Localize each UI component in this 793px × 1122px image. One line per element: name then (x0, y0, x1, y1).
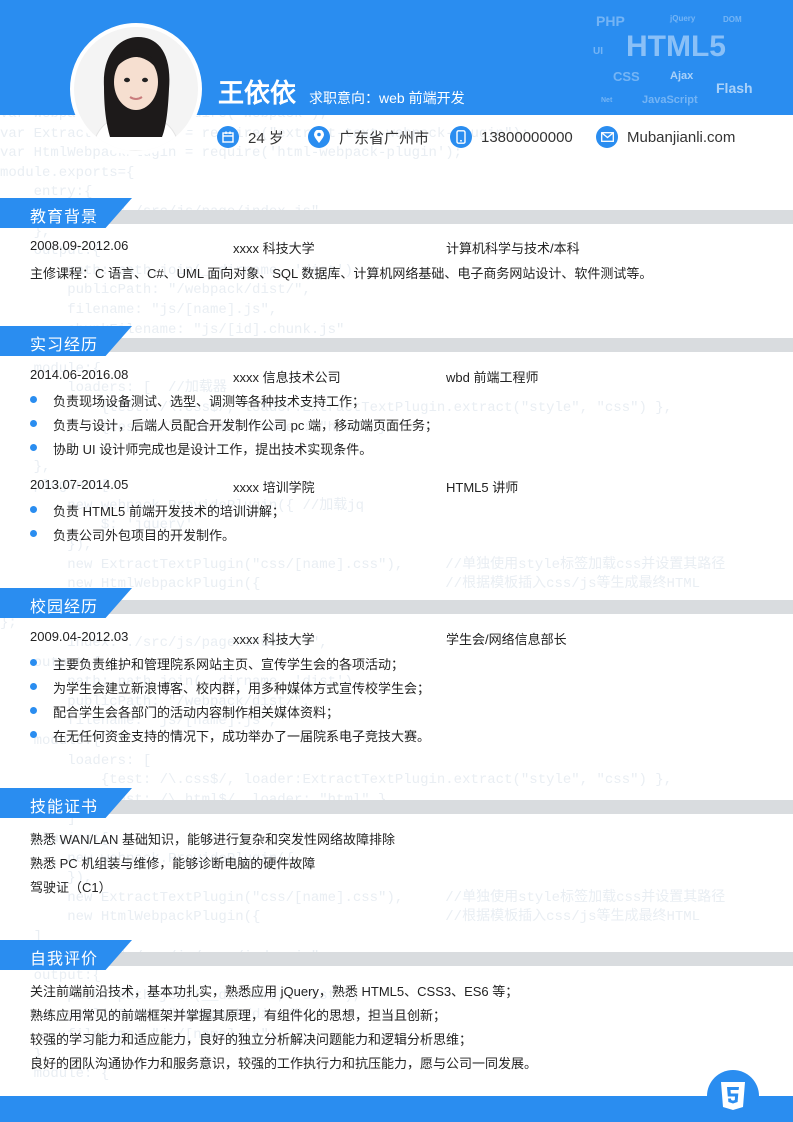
age-text: 24 岁 (248, 129, 284, 147)
self-eval-line: 关注前端前沿技术，基本功扎实，熟悉应用 jQuery，熟悉 HTML5、CSS3… (30, 984, 519, 999)
list-item-text: 为学生会建立新浪博客、校内群，用多种媒体方式宣传校学生会； (53, 681, 431, 696)
section-header-education: 教育背景 (0, 198, 793, 228)
self-eval-line: 熟练应用常见的前端框架并掌握其原理，有组件化的思想，担当且创新； (30, 1008, 447, 1023)
section-header-internship: 实习经历 (0, 326, 793, 356)
tech-word: JavaScript (642, 94, 698, 106)
bullet-dot (30, 683, 37, 690)
list-item-text: 配合学生会各部门的活动内容制作相关媒体资料； (53, 705, 340, 720)
list-item-text: 在无任何资金支持的情况下，成功举办了一届院系电子竞技大赛。 (53, 729, 431, 744)
section-header-campus: 校园经历 (0, 588, 793, 618)
education-period: 2008.09-2012.06 (30, 238, 129, 253)
bullet-dot (30, 731, 37, 738)
section-divider (100, 952, 793, 966)
internship-org: xxxx 培训学院 (233, 480, 315, 495)
section-divider (100, 800, 793, 814)
html5-logo-icon (707, 1070, 759, 1122)
phone-text: 13800000000 (481, 128, 573, 146)
internship-role: wbd 前端工程师 (446, 370, 539, 385)
education-major: 计算机科学与技术/本科 (446, 241, 580, 256)
tech-word: Net (601, 97, 613, 104)
footer-band (0, 1096, 793, 1122)
bullet-dot (30, 420, 37, 427)
location-pin-icon (308, 126, 330, 148)
tech-word: jQuery (670, 14, 696, 23)
info-phone: 13800000000 (450, 124, 573, 150)
self-eval-line: 较强的学习能力和适应能力，良好的独立分析解决问题能力和逻辑分析思维； (30, 1032, 473, 1047)
section-title: 校园经历 (30, 599, 99, 616)
calendar-icon (217, 126, 239, 148)
section-divider (100, 338, 793, 352)
tech-word: Ajax (670, 70, 694, 82)
self-eval-line: 良好的团队沟通协作力和服务意识，较强的工作执行力和抗压能力，愿与公司一同发展。 (30, 1056, 538, 1071)
list-item-text: 负责公司外包项目的开发制作。 (53, 528, 236, 543)
list-item-text: 协助 UI 设计师完成也是设计工作，提出技术实现条件。 (53, 442, 373, 457)
job-intent: 求职意向：web 前端开发 (309, 90, 465, 106)
tech-word: HTML5 (626, 30, 726, 63)
internship-period: 2014.06-2016.08 (30, 367, 129, 382)
bullet-dot (30, 506, 37, 513)
internship-role: HTML5 讲师 (446, 480, 519, 495)
internship-period: 2013.07-2014.05 (30, 477, 129, 492)
section-title: 教育背景 (30, 209, 99, 226)
location-text: 广东省广州市 (339, 129, 430, 147)
education-school: xxxx 科技大学 (233, 241, 315, 256)
section-title: 实习经历 (30, 337, 99, 354)
campus-role: 学生会/网络信息部长 (446, 632, 567, 647)
tech-word: UI (593, 46, 603, 57)
tech-word-cloud: PHP jQuery DOM HTML5 UI CSS Ajax Flash N… (573, 0, 793, 115)
list-item-text: 负责 HTML5 前端开发技术的培训讲解； (53, 504, 285, 519)
skill-item: 熟悉 WAN/LAN 基础知识，能够进行复杂和突发性网络故障排除 (30, 832, 395, 847)
phone-icon (450, 126, 472, 148)
bullet-dot (30, 530, 37, 537)
info-location: 广东省广州市 (308, 124, 429, 150)
bullet-dot (30, 707, 37, 714)
bullet-dot (30, 659, 37, 666)
candidate-name: 王依依 (218, 78, 297, 108)
internship-org: xxxx 信息技术公司 (233, 370, 341, 385)
skill-item: 熟悉 PC 机组装与维修，能够诊断电脑的硬件故障 (30, 856, 316, 871)
bullet-dot (30, 396, 37, 403)
education-courses: 主修课程：C 语言、C#、UML 面向对象、SQL 数据库、计算机网络基础、电子… (30, 266, 653, 281)
list-item-text: 负责现场设备测试、选型、调测等各种技术支持工作； (53, 394, 366, 409)
tech-word: Flash (716, 80, 753, 96)
list-item-text: 主要负责维护和管理院系网站主页、宣传学生会的各项活动； (53, 657, 405, 672)
tech-word: PHP (596, 13, 625, 29)
campus-period: 2009.04-2012.03 (30, 629, 129, 644)
info-age: 24 岁 (217, 124, 284, 150)
section-header-self-eval: 自我评价 (0, 940, 793, 970)
mail-icon (596, 126, 618, 148)
website-text[interactable]: Mubanjianli.com (627, 129, 735, 146)
skill-item: 驾驶证（C1） (30, 880, 112, 895)
portrait-image (74, 27, 198, 151)
avatar (70, 23, 202, 155)
tech-word: CSS (613, 69, 640, 84)
campus-org: xxxx 科技大学 (233, 632, 315, 647)
section-title: 技能证书 (30, 799, 99, 816)
section-title: 自我评价 (30, 951, 99, 968)
bullet-dot (30, 444, 37, 451)
section-divider (100, 600, 793, 614)
list-item-text: 负责与设计，后端人员配合开发制作公司 pc 端，移动端页面任务； (53, 418, 438, 433)
section-header-skills: 技能证书 (0, 788, 793, 818)
section-divider (100, 210, 793, 224)
tech-word: DOM (723, 15, 742, 24)
info-website[interactable]: Mubanjianli.com (596, 124, 735, 150)
